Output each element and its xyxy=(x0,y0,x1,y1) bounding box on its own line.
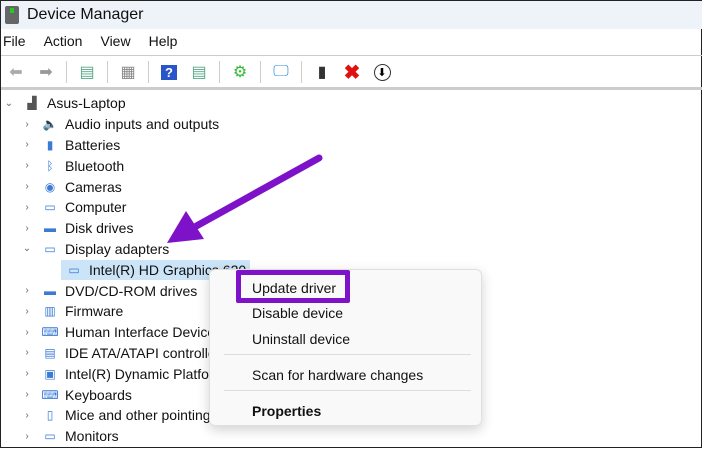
annotation-arrow xyxy=(167,154,323,243)
